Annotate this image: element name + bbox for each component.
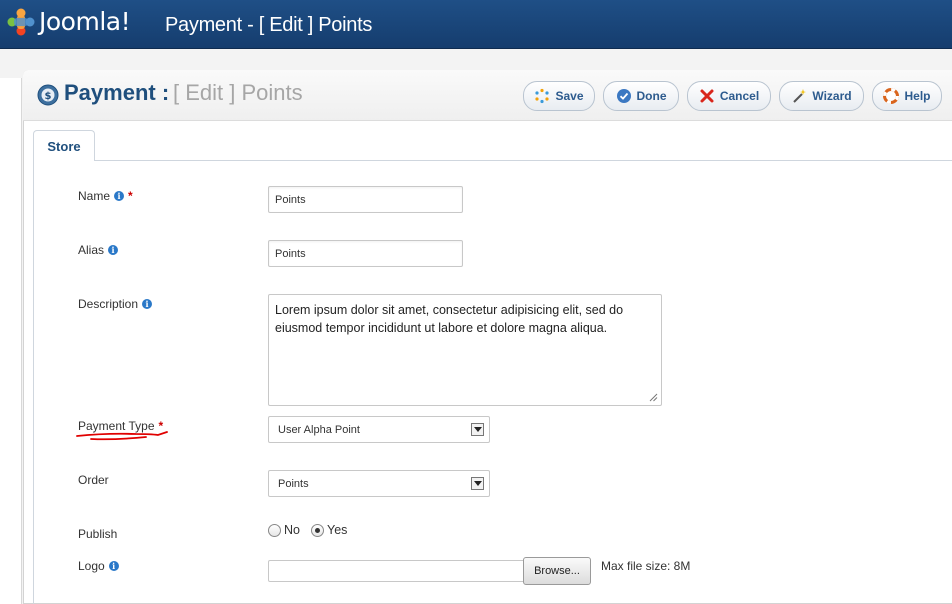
radio-yes[interactable] [311,523,324,537]
window-title: Payment - [ Edit ] Points [165,14,373,36]
info-icon[interactable]: i [142,299,153,309]
publish-yes-label: Yes [327,523,348,537]
resize-handle-icon[interactable] [649,393,658,402]
chevron-down-icon [471,423,484,436]
left-sidebar-strip [0,78,22,604]
name-label: Name [78,189,111,203]
wizard-button[interactable]: Wizard [779,81,864,111]
done-label: Done [636,89,667,103]
close-icon [700,89,714,103]
publish-no-option[interactable]: No [268,523,300,537]
help-button[interactable]: Help [872,81,942,111]
page-title: Payment : [64,80,170,105]
alias-label-row: Alias i [78,243,119,257]
joomla-logo-text: Joomla! [39,7,131,36]
name-label-row: Name i * [78,189,133,203]
logo-label: Logo [78,559,105,573]
logo-file-input[interactable] [268,560,526,582]
wizard-label: Wizard [812,89,852,103]
tab-divider [95,160,952,161]
tab-store[interactable]: Store [33,130,95,161]
annotation-underline [76,431,168,441]
publish-yes-option[interactable]: Yes [311,523,347,537]
radio-no[interactable] [268,523,281,537]
payment-dollar-icon: $ [37,84,59,106]
order-label-row: Order [78,473,109,487]
save-label: Save [555,89,584,103]
order-value: Points [278,477,309,490]
name-input[interactable]: Points [268,186,463,213]
payment-type-select[interactable]: User Alpha Point [268,416,490,443]
save-button[interactable]: Save [523,81,595,111]
cancel-button[interactable]: Cancel [687,81,771,111]
help-label: Help [904,89,931,103]
description-textarea[interactable]: Lorem ipsum dolor sit amet, consectetur … [268,294,662,406]
alias-input[interactable]: Points [268,240,463,267]
publish-no-label: No [284,523,300,537]
publish-label: Publish [78,527,118,541]
logo-label-row: Logo i [78,559,119,573]
page-subtitle: [ Edit ] Points [173,80,303,105]
done-button[interactable]: Done [603,81,679,111]
info-icon[interactable]: i [114,191,125,201]
max-file-size: Max file size: 8M [601,559,691,573]
checkmark-icon [616,89,631,103]
order-select[interactable]: Points [268,470,490,497]
joomla-logo-icon [7,8,35,36]
magic-wand-icon [793,89,807,103]
browse-button[interactable]: Browse... [523,557,591,585]
required-marker: * [128,189,133,203]
top-bar: Joomla! Payment - [ Edit ] Points [0,0,952,49]
description-text: Lorem ipsum dolor sit amet, consectetur … [275,303,624,335]
save-icon [535,88,550,104]
payment-type-value: User Alpha Point [278,423,360,436]
lifebuoy-icon [883,88,900,104]
info-icon[interactable]: i [108,561,119,571]
cancel-label: Cancel [719,89,760,103]
chevron-down-icon [471,477,484,490]
description-label-row: Description i [78,297,153,311]
svg-text:$: $ [45,91,52,102]
publish-label-row: Publish [78,527,117,541]
order-label: Order [78,473,109,487]
description-label: Description [78,297,139,311]
alias-label: Alias [78,243,105,257]
info-icon[interactable]: i [108,245,119,255]
